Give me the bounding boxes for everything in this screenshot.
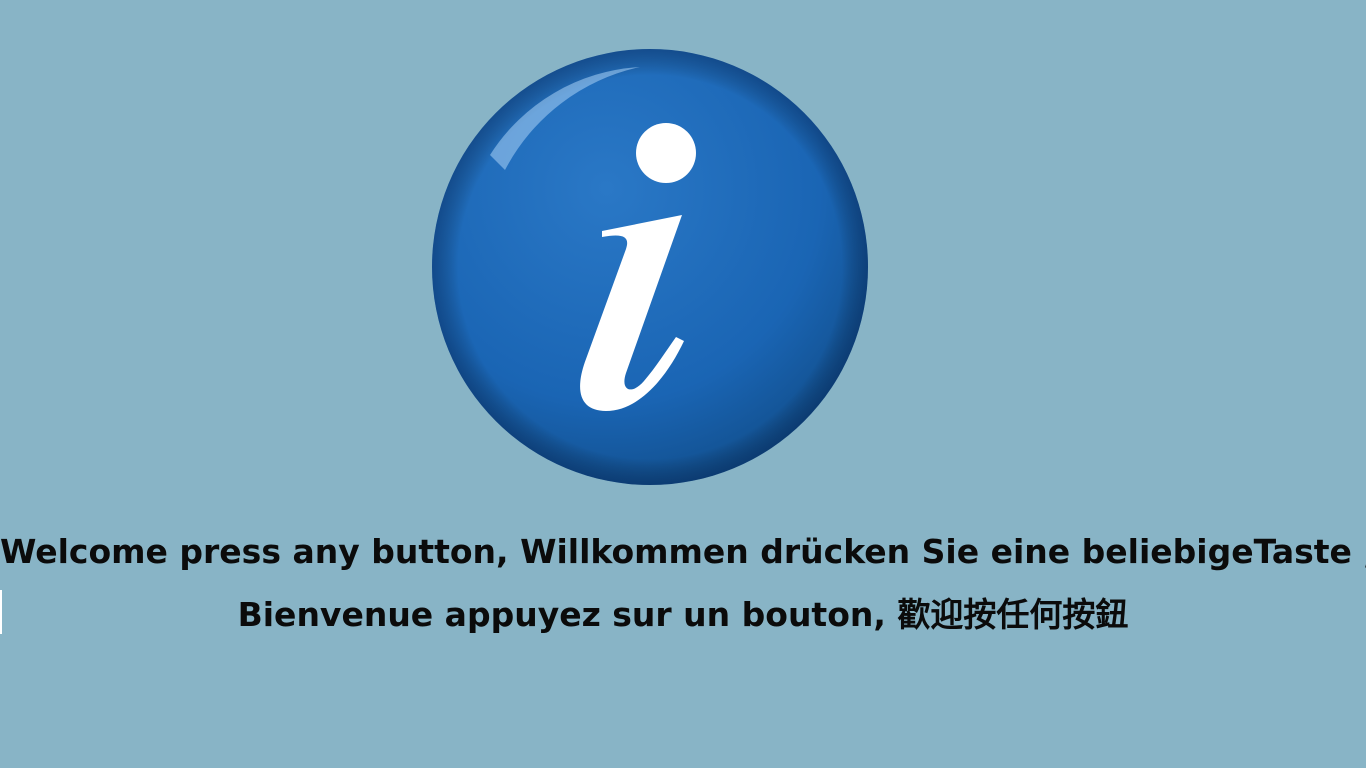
welcome-screen[interactable]: Welcome press any button, Willkommen drü… [0,0,1366,768]
info-dot [636,123,696,183]
edge-mark [0,590,2,634]
info-icon [432,49,868,485]
welcome-message-line-2: Bienvenue appuyez sur un bouton, 歡迎按任何按鈕 [237,595,1129,634]
welcome-message-line-1: Welcome press any button, Willkommen drü… [0,532,1366,571]
